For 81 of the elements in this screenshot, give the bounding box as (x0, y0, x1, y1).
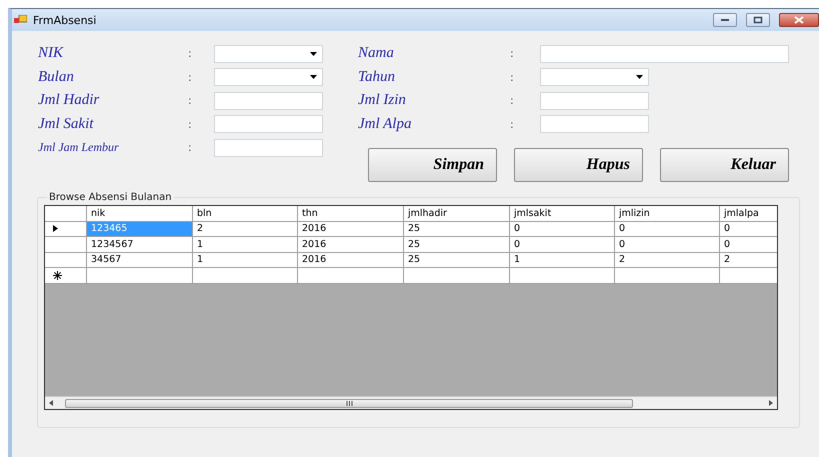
table-cell[interactable]: 25 (404, 252, 510, 268)
table-cell[interactable] (298, 268, 404, 284)
table-cell[interactable]: 0 (510, 222, 615, 237)
field-label: NIK (38, 45, 65, 62)
field-label: Bulan (38, 68, 75, 86)
table-cell[interactable] (404, 268, 510, 284)
table-cell[interactable]: 2016 (298, 237, 404, 252)
table-cell[interactable] (510, 268, 615, 284)
action-button[interactable]: Hapus (514, 148, 643, 182)
table-cell[interactable]: 2 (193, 222, 298, 237)
dropdown-field[interactable] (540, 68, 649, 86)
close-button[interactable] (779, 13, 819, 27)
colon-text: : (188, 141, 193, 154)
current-row-icon (53, 225, 58, 232)
table-cell[interactable]: 25 (404, 237, 510, 252)
dropdown-field[interactable] (214, 44, 323, 63)
table-cell[interactable]: 25 (404, 222, 510, 237)
table-cell[interactable]: 34567 (87, 252, 193, 268)
app-icon (14, 15, 27, 25)
action-button[interactable]: Keluar (660, 148, 789, 182)
minimize-button[interactable] (713, 13, 737, 27)
colon-text: : (510, 47, 515, 60)
table-cell[interactable]: 0 (720, 222, 777, 237)
colon-text: : (510, 70, 515, 84)
field-label: Tahun (358, 68, 396, 86)
row-header[interactable] (45, 222, 87, 237)
column-header[interactable]: bln (193, 206, 298, 222)
table-cell[interactable]: 0 (510, 237, 615, 252)
table-cell[interactable] (193, 268, 298, 284)
field-label: Jml Alpa (358, 116, 412, 133)
input-field[interactable] (214, 138, 323, 157)
field-label: Jml Sakit (38, 116, 95, 133)
dropdown-arrow-icon (310, 52, 317, 56)
field-label: Nama (358, 45, 395, 62)
table-cell[interactable]: 2 (720, 252, 777, 268)
column-header[interactable]: thn (298, 206, 404, 222)
column-header[interactable]: jmlhadir (404, 206, 510, 222)
table-cell[interactable]: 2016 (298, 222, 404, 237)
colon-text: : (188, 94, 193, 108)
action-button[interactable]: Simpan (368, 148, 497, 182)
window-title: FrmAbsensi (33, 14, 96, 26)
table-cell[interactable]: 1 (193, 237, 298, 252)
colon-text: : (510, 94, 515, 108)
colon-text: : (188, 47, 193, 60)
maximize-button[interactable] (746, 13, 770, 27)
table-cell[interactable]: 0 (615, 222, 720, 237)
dropdown-arrow-icon (310, 75, 317, 80)
column-header[interactable]: jmlsakit (510, 206, 615, 222)
new-row-icon (53, 270, 62, 280)
colon-text: : (510, 118, 515, 131)
colon-text: : (188, 118, 193, 131)
input-field[interactable] (540, 115, 649, 134)
column-header[interactable]: jmlizin (615, 206, 720, 222)
table-cell[interactable] (615, 268, 720, 284)
column-header[interactable]: nik (87, 206, 193, 222)
table-cell[interactable]: 2 (615, 252, 720, 268)
input-field[interactable] (214, 92, 323, 110)
table-cell[interactable]: 2016 (298, 252, 404, 268)
field-label: Jml Jam Lembur (38, 140, 120, 156)
close-icon (794, 16, 804, 24)
field-label: Jml Izin (358, 92, 407, 110)
input-field[interactable] (214, 115, 323, 134)
dropdown-arrow-icon (636, 75, 643, 80)
table-cell[interactable]: 1 (193, 252, 298, 268)
column-header[interactable]: jmlalpa (720, 206, 777, 222)
minimize-icon (720, 18, 730, 22)
colon-text: : (188, 70, 193, 84)
table-cell[interactable]: 1 (510, 252, 615, 268)
dropdown-field[interactable] (214, 68, 323, 86)
table-cell[interactable]: 1234567 (87, 237, 193, 252)
input-field[interactable] (540, 92, 649, 110)
group-title: Browse Absensi Bulanan (48, 192, 173, 203)
input-field[interactable] (540, 44, 789, 63)
horizontal-scrollbar[interactable] (45, 396, 777, 409)
table-cell[interactable]: 0 (615, 237, 720, 252)
scrollbar-thumb[interactable] (65, 398, 633, 408)
table-cell[interactable]: 0 (720, 237, 777, 252)
maximize-icon (753, 16, 763, 24)
row-header[interactable] (45, 268, 87, 284)
field-label: Jml Hadir (38, 92, 100, 110)
table-cell[interactable] (87, 268, 193, 284)
